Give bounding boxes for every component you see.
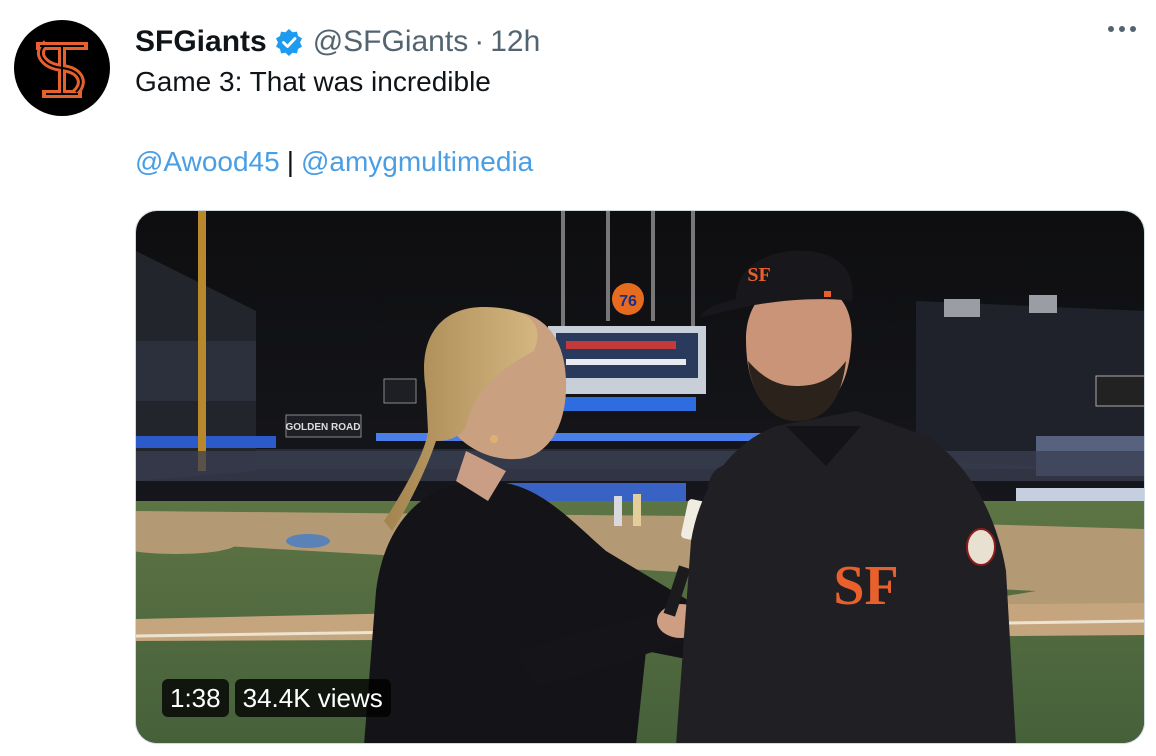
video-frame: 76 GOLDEN ROAD SF SF [136, 211, 1144, 743]
mention-link-amygmultimedia[interactable]: @amygmultimedia [301, 146, 533, 177]
tweet-timestamp[interactable]: 12h [490, 25, 540, 59]
account-avatar[interactable] [14, 20, 110, 116]
tweet-mentions: @Awood45 | @amygmultimedia [135, 146, 533, 178]
video-overlay-badges: 1:38 34.4K views [162, 679, 391, 717]
more-options-icon[interactable] [1108, 26, 1136, 32]
mention-link-awood45[interactable]: @Awood45 [135, 146, 280, 177]
tweet-text: Game 3: That was incredible [135, 66, 491, 97]
sign-76: 76 [619, 293, 637, 310]
verified-badge-icon [275, 28, 303, 56]
video-views-badge: 34.4K views [234, 679, 391, 717]
video-player[interactable]: 76 GOLDEN ROAD SF SF 1:38 34.4K views [135, 210, 1145, 744]
display-name[interactable]: SFGiants [135, 25, 267, 59]
account-handle[interactable]: @SFGiants [313, 25, 469, 59]
sf-giants-logo-icon [36, 40, 88, 98]
mention-separator: | [286, 146, 294, 177]
video-duration-badge: 1:38 [162, 679, 229, 717]
tweet-header: SFGiants @SFGiants · 12h [135, 22, 540, 62]
header-separator: · [474, 25, 485, 58]
svg-text:SF: SF [833, 555, 898, 617]
golden-road-billboard: GOLDEN ROAD [286, 422, 361, 433]
svg-text:SF: SF [747, 264, 770, 286]
